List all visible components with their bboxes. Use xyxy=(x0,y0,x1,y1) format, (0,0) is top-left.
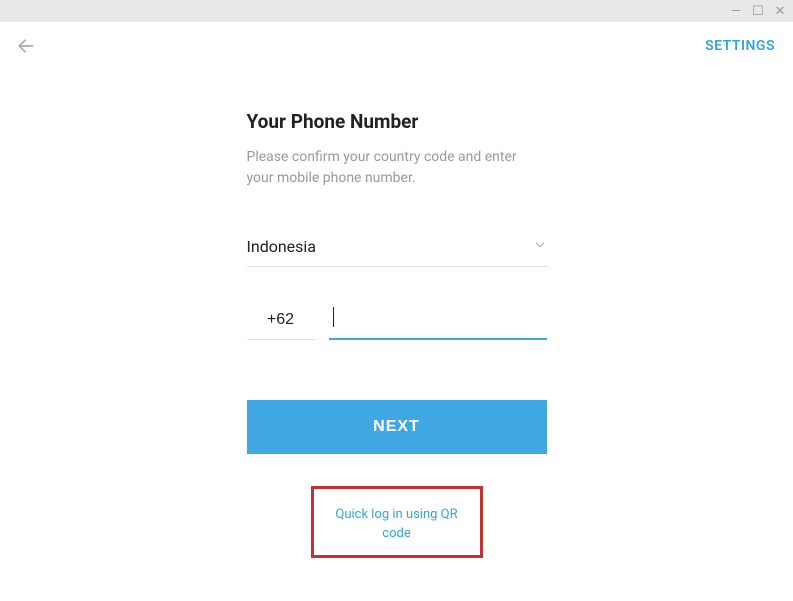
page-subtitle: Please confirm your country code and ent… xyxy=(247,147,547,189)
country-code-input[interactable] xyxy=(247,305,315,340)
country-name: Indonesia xyxy=(247,237,317,256)
back-button[interactable] xyxy=(14,34,38,58)
chevron-down-icon xyxy=(533,237,547,256)
maximize-button[interactable]: ☐ xyxy=(751,5,765,18)
window-titlebar: — ☐ ✕ xyxy=(0,0,793,22)
qr-login-highlight: Quick log in using QR code xyxy=(311,486,483,558)
phone-input-row xyxy=(247,305,547,340)
arrow-left-icon xyxy=(16,36,36,56)
country-select[interactable]: Indonesia xyxy=(247,237,547,267)
close-button[interactable]: ✕ xyxy=(773,5,787,18)
phone-number-input[interactable] xyxy=(329,305,547,338)
app-header: SETTINGS xyxy=(0,22,793,70)
next-button[interactable]: NEXT xyxy=(247,400,547,454)
login-form: Your Phone Number Please confirm your co… xyxy=(247,110,547,558)
qr-login-link[interactable]: Quick log in using QR code xyxy=(335,507,457,541)
settings-link[interactable]: SETTINGS xyxy=(705,38,775,54)
minimize-button[interactable]: — xyxy=(729,5,743,18)
page-title: Your Phone Number xyxy=(247,110,547,133)
phone-input-wrap xyxy=(329,305,547,340)
text-cursor xyxy=(333,307,334,327)
